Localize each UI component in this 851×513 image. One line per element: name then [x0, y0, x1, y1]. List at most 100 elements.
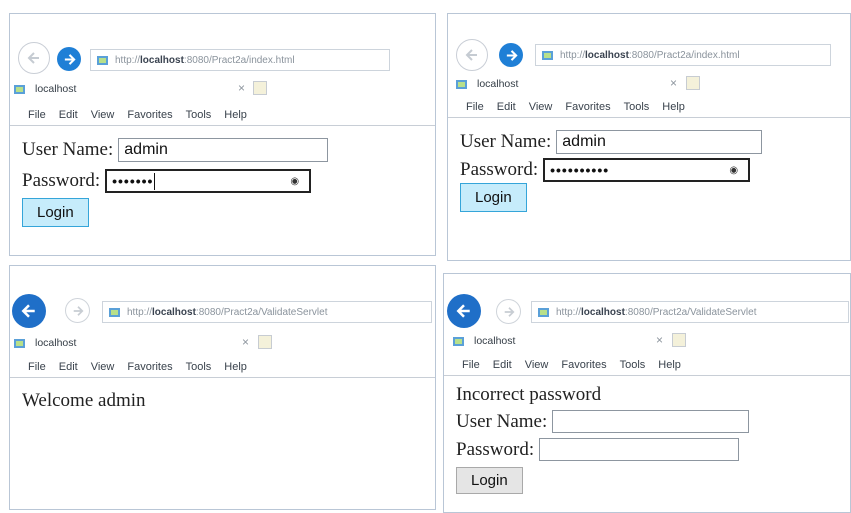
menu-tools[interactable]: Tools — [186, 361, 212, 373]
reveal-password-icon[interactable]: ◉ — [290, 176, 299, 187]
menu-view[interactable]: View — [525, 359, 549, 371]
tab-title: localhost — [474, 335, 516, 347]
url-host: localhost — [152, 306, 196, 318]
page-icon — [97, 55, 108, 66]
new-tab-button[interactable] — [258, 335, 272, 349]
tab-localhost[interactable]: localhost — [453, 328, 515, 354]
page-icon — [109, 307, 120, 318]
browser-window-login-2: http://localhost:8080/Pract2a/index.html… — [447, 13, 851, 261]
menu-edit[interactable]: Edit — [497, 101, 516, 113]
tab-strip: localhost × — [448, 71, 850, 97]
menu-edit[interactable]: Edit — [59, 361, 78, 373]
forward-button[interactable] — [65, 298, 90, 323]
back-button[interactable] — [456, 39, 488, 71]
url-host: localhost — [581, 306, 625, 318]
tab-close-icon[interactable]: × — [238, 81, 245, 95]
forward-arrow-icon — [506, 49, 518, 61]
forward-button[interactable] — [499, 43, 523, 67]
browser-window-incorrect: http://localhost:8080/Pract2a/ValidateSe… — [443, 273, 851, 513]
tab-favicon-icon — [14, 84, 25, 94]
back-button[interactable] — [447, 294, 481, 328]
menu-bar: File Edit View Favorites Tools Help — [10, 104, 435, 126]
address-bar[interactable]: http://localhost:8080/Pract2a/index.html — [535, 44, 831, 66]
navigation-bar: http://localhost:8080/Pract2a/ValidateSe… — [444, 274, 850, 328]
menu-tools[interactable]: Tools — [624, 101, 650, 113]
username-input[interactable] — [552, 410, 750, 433]
address-bar[interactable]: http://localhost:8080/Pract2a/ValidateSe… — [102, 301, 432, 323]
url-prefix: http:// — [556, 306, 582, 318]
tab-close-icon[interactable]: × — [242, 335, 249, 349]
login-button[interactable]: Login — [22, 198, 89, 227]
menu-favorites[interactable]: Favorites — [565, 101, 610, 113]
menu-file[interactable]: File — [462, 359, 480, 371]
navigation-bar: http://localhost:8080/Pract2a/ValidateSe… — [10, 266, 435, 328]
menu-favorites[interactable]: Favorites — [127, 109, 172, 121]
forward-arrow-icon — [504, 306, 514, 317]
navigation-bar: http://localhost:8080/Pract2a/index.html — [448, 14, 850, 71]
forward-button[interactable] — [496, 299, 521, 324]
menu-help[interactable]: Help — [224, 109, 247, 121]
menu-tools[interactable]: Tools — [620, 359, 646, 371]
password-input[interactable]: •••••••••• ◉ — [543, 158, 751, 182]
menu-help[interactable]: Help — [658, 359, 681, 371]
username-input[interactable]: admin — [556, 130, 763, 154]
password-input[interactable] — [539, 438, 740, 461]
tab-favicon-icon — [14, 338, 25, 348]
forward-button[interactable] — [57, 47, 81, 71]
password-row: Password: — [456, 438, 740, 461]
username-row: User Name: — [456, 410, 750, 433]
password-input[interactable]: ••••••• ◉ — [105, 169, 312, 193]
menu-bar: File Edit View Favorites Tools Help — [448, 96, 850, 118]
tab-localhost[interactable]: localhost — [456, 71, 518, 97]
menu-file[interactable]: File — [28, 109, 46, 121]
menu-view[interactable]: View — [91, 109, 115, 121]
tab-title: localhost — [35, 337, 77, 349]
username-row: User Name: admin — [22, 138, 329, 162]
url-path: :8080/Pract2a/index.html — [183, 54, 295, 66]
login-button[interactable]: Login — [460, 183, 527, 212]
address-bar[interactable]: http://localhost:8080/Pract2a/ValidateSe… — [531, 301, 849, 323]
menu-tools[interactable]: Tools — [186, 109, 212, 121]
password-label: Password: — [22, 170, 101, 191]
menu-edit[interactable]: Edit — [59, 109, 78, 121]
error-message: Incorrect password — [456, 384, 602, 405]
menu-view[interactable]: View — [529, 101, 553, 113]
password-mask: ••••••• — [112, 173, 154, 189]
menu-file[interactable]: File — [28, 361, 46, 373]
back-arrow-icon — [465, 49, 477, 61]
tab-localhost[interactable]: localhost — [14, 330, 76, 356]
reveal-password-icon[interactable]: ◉ — [729, 165, 738, 176]
new-tab-button[interactable] — [686, 76, 700, 90]
password-label: Password: — [456, 438, 535, 460]
menu-help[interactable]: Help — [662, 101, 685, 113]
tab-close-icon[interactable]: × — [670, 76, 677, 90]
login-button[interactable]: Login — [456, 467, 523, 494]
new-tab-button[interactable] — [253, 81, 267, 95]
url-prefix: http:// — [560, 49, 586, 61]
tab-title: localhost — [477, 78, 519, 90]
back-button[interactable] — [12, 294, 46, 328]
menu-favorites[interactable]: Favorites — [127, 361, 172, 373]
browser-window-login-1: http://localhost:8080/Pract2a/index.html… — [9, 13, 436, 256]
address-bar[interactable]: http://localhost:8080/Pract2a/index.html — [90, 49, 390, 71]
username-input[interactable]: admin — [118, 138, 329, 162]
tab-favicon-icon — [456, 79, 467, 89]
tab-localhost[interactable]: localhost — [14, 76, 76, 102]
forward-arrow-icon — [64, 53, 76, 65]
url-path: :8080/Pract2a/ValidateServlet — [624, 306, 757, 318]
tab-close-icon[interactable]: × — [656, 333, 663, 347]
back-arrow-icon — [27, 52, 39, 64]
page-icon — [542, 50, 553, 61]
url-host: localhost — [585, 49, 629, 61]
new-tab-button[interactable] — [672, 333, 686, 347]
url-path: :8080/Pract2a/index.html — [628, 49, 740, 61]
menu-help[interactable]: Help — [224, 361, 247, 373]
browser-window-welcome: http://localhost:8080/Pract2a/ValidateSe… — [9, 265, 436, 510]
menu-favorites[interactable]: Favorites — [561, 359, 606, 371]
username-value: admin — [562, 133, 606, 150]
menu-view[interactable]: View — [91, 361, 115, 373]
menu-file[interactable]: File — [466, 101, 484, 113]
tab-title: localhost — [35, 83, 77, 95]
back-button[interactable] — [18, 42, 50, 74]
menu-edit[interactable]: Edit — [493, 359, 512, 371]
